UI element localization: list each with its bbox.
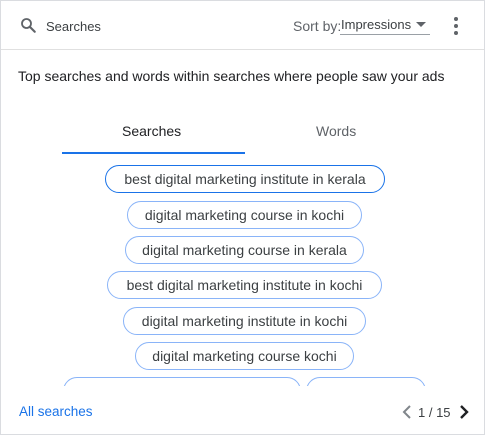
search-term-chip[interactable]: digital marketing course kochi xyxy=(135,342,354,370)
search-term-chip[interactable]: digital marketing institute in kochi xyxy=(123,307,366,335)
search-term-chip[interactable]: digital marketing course in kerala xyxy=(125,236,364,264)
more-dot xyxy=(454,17,458,21)
searches-card: Searches Sort by: Impressions Top search… xyxy=(0,0,485,435)
more-vert-icon[interactable] xyxy=(448,15,464,37)
tab-searches[interactable]: Searches xyxy=(122,123,181,139)
pagination-label: 1 / 15 xyxy=(418,405,451,420)
search-term-chip[interactable]: best digital marketing institute in koch… xyxy=(107,271,382,299)
search-term-chip[interactable]: best digital marketing institute in kera… xyxy=(105,165,385,193)
search-term-chip[interactable]: digital marketing course in kochi xyxy=(127,201,362,229)
search-term-chip-partial[interactable] xyxy=(306,377,426,386)
sort-dropdown[interactable]: Impressions xyxy=(340,15,430,35)
card-description: Top searches and words within searches w… xyxy=(18,68,445,84)
chevron-left-icon[interactable] xyxy=(400,404,414,420)
chevron-right-icon[interactable] xyxy=(457,404,471,420)
more-dot xyxy=(454,24,458,28)
search-term-chip-partial[interactable] xyxy=(63,377,301,386)
search-terms-list: best digital marketing institute in kera… xyxy=(1,161,484,386)
caret-down-icon xyxy=(416,22,426,27)
card-header: Searches Sort by: Impressions xyxy=(1,1,484,50)
tab-words[interactable]: Words xyxy=(316,123,356,139)
card-title: Searches xyxy=(46,19,101,34)
search-icon xyxy=(21,18,36,33)
more-dot xyxy=(454,31,458,35)
sort-value: Impressions xyxy=(341,17,412,32)
all-searches-link[interactable]: All searches xyxy=(19,404,93,419)
active-tab-indicator xyxy=(62,152,245,154)
sort-label: Sort by: xyxy=(293,18,342,34)
